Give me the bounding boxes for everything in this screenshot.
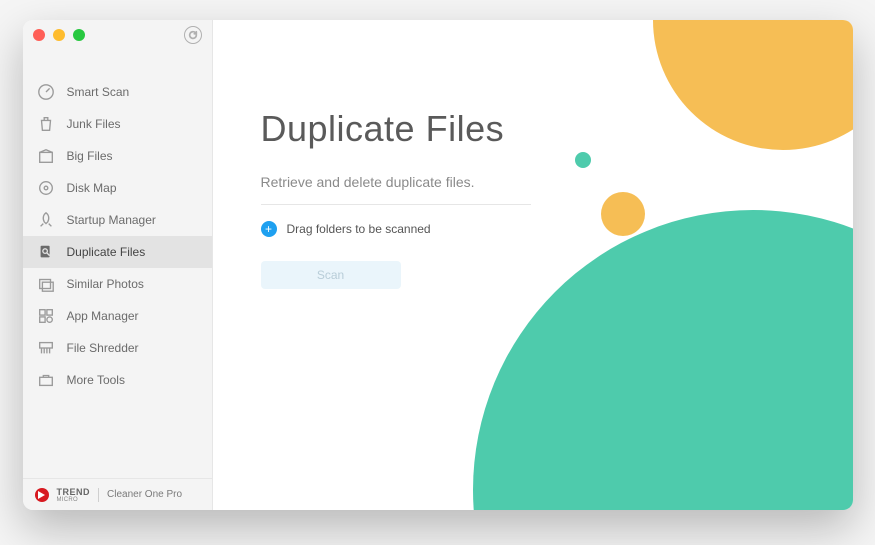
rocket-icon [37,211,55,229]
drop-hint: Drag folders to be scanned [287,222,431,236]
shredder-icon [37,339,55,357]
brand-logo-icon [35,488,49,502]
sidebar-item-label: Junk Files [67,117,121,131]
main-panel: Duplicate Files Retrieve and delete dupl… [213,20,853,510]
box-icon [37,147,55,165]
page-title: Duplicate Files [261,108,573,150]
decoration-circle [653,20,853,150]
scan-button[interactable]: Scan [261,261,401,289]
sidebar-item-label: File Shredder [67,341,139,355]
sidebar-item-label: App Manager [67,309,139,323]
gauge-icon [37,83,55,101]
zoom-window-button[interactable] [73,29,85,41]
sidebar-item-startup-manager[interactable]: Startup Manager [23,204,212,236]
sidebar-item-app-manager[interactable]: App Manager [23,300,212,332]
brand-text: TREND MICRO [57,487,91,503]
minimize-window-button[interactable] [53,29,65,41]
sidebar-item-smart-scan[interactable]: Smart Scan [23,76,212,108]
disk-icon [37,179,55,197]
app-window: Smart Scan Junk Files Big Files Disk Map… [23,20,853,510]
sidebar-item-label: Duplicate Files [67,245,146,259]
divider [98,488,99,502]
brand-sub: MICRO [57,497,91,503]
close-window-button[interactable] [33,29,45,41]
apps-icon [37,307,55,325]
drop-zone[interactable]: + Drag folders to be scanned [261,221,573,237]
brand-primary: TREND [57,487,91,497]
sidebar-item-label: Disk Map [67,181,117,195]
photos-icon [37,275,55,293]
nav: Smart Scan Junk Files Big Files Disk Map… [23,76,212,478]
sidebar-item-file-shredder[interactable]: File Shredder [23,332,212,364]
sidebar-item-label: Startup Manager [67,213,156,227]
product-name: Cleaner One Pro [107,489,182,500]
window-controls [33,29,85,41]
trash-icon [37,115,55,133]
search-file-icon [37,243,55,261]
sidebar-item-more-tools[interactable]: More Tools [23,364,212,396]
decoration-circle [601,192,645,236]
sidebar-item-label: Big Files [67,149,113,163]
add-icon: + [261,221,277,237]
toolbox-icon [37,371,55,389]
refresh-icon[interactable] [184,26,202,44]
sidebar-footer: TREND MICRO Cleaner One Pro [23,478,212,510]
sidebar-item-label: Smart Scan [67,85,130,99]
divider [261,204,531,205]
sidebar: Smart Scan Junk Files Big Files Disk Map… [23,20,213,510]
sidebar-item-label: Similar Photos [67,277,144,291]
page-subtitle: Retrieve and delete duplicate files. [261,174,573,190]
titlebar [23,20,212,50]
sidebar-item-similar-photos[interactable]: Similar Photos [23,268,212,300]
sidebar-item-label: More Tools [67,373,125,387]
sidebar-item-big-files[interactable]: Big Files [23,140,212,172]
sidebar-item-duplicate-files[interactable]: Duplicate Files [23,236,212,268]
content: Duplicate Files Retrieve and delete dupl… [213,20,573,289]
sidebar-item-disk-map[interactable]: Disk Map [23,172,212,204]
sidebar-item-junk-files[interactable]: Junk Files [23,108,212,140]
decoration-circle [575,152,591,168]
